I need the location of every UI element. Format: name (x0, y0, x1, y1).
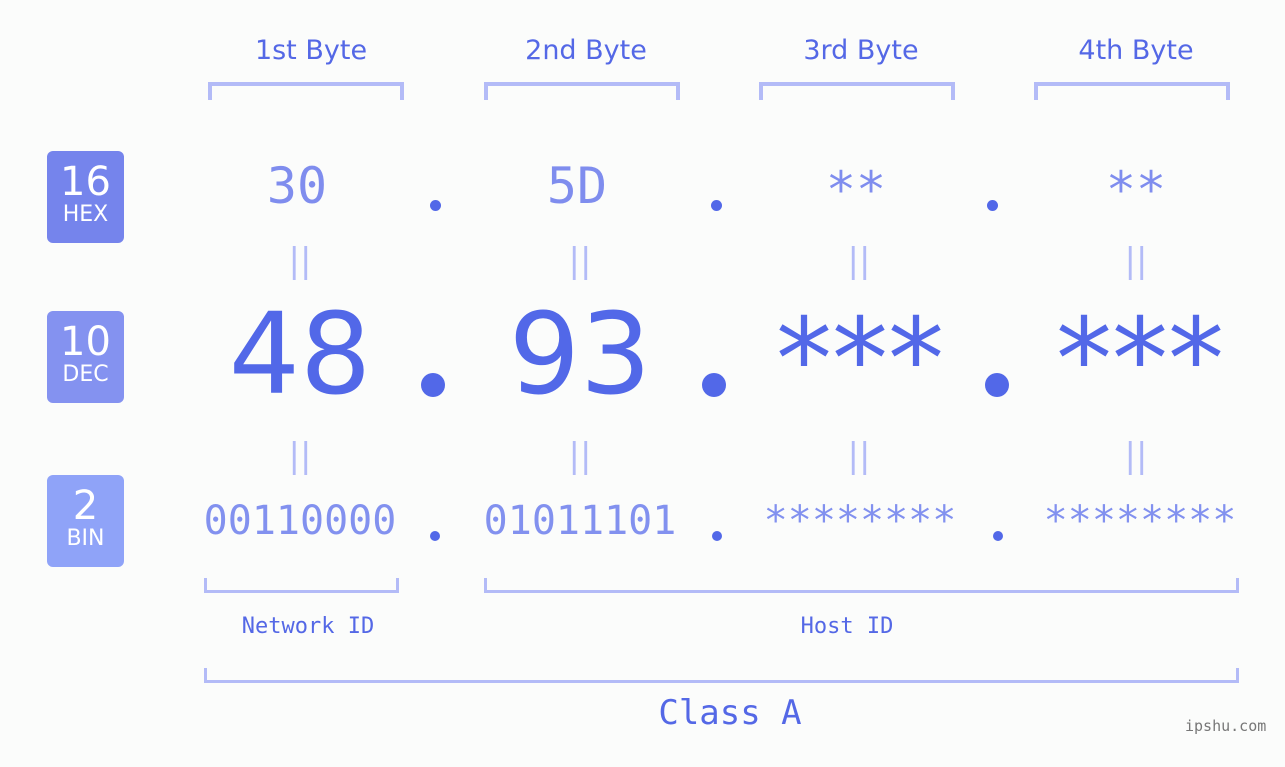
network-id-label: Network ID (241, 614, 375, 639)
dec-badge-label: DEC (62, 362, 109, 387)
dec-dot-2 (702, 373, 726, 397)
class-bracket (204, 668, 1239, 683)
equals-icon: || (568, 241, 592, 281)
equals-icon: || (1124, 436, 1148, 476)
host-id-label: Host ID (800, 614, 894, 639)
hex-byte-1: 30 (266, 157, 328, 215)
host-id-bracket (484, 578, 1239, 593)
hex-byte-2: 5D (546, 157, 608, 215)
dec-badge: 10 DEC (47, 311, 124, 403)
bin-byte-4: ******** (1043, 498, 1237, 544)
equals-icon: || (847, 436, 871, 476)
bin-badge-label: BIN (66, 526, 105, 551)
byte-bracket-3 (759, 82, 955, 100)
bin-badge: 2 BIN (47, 475, 124, 567)
bin-byte-3: ******** (763, 498, 957, 544)
hex-badge-number: 16 (60, 159, 111, 205)
equals-icon: || (1124, 241, 1148, 281)
bin-dot-2 (712, 531, 722, 541)
byte-header-3: 3rd Byte (803, 35, 919, 66)
byte-header-1: 1st Byte (254, 35, 368, 66)
dec-byte-3: *** (776, 295, 944, 425)
bin-dot-1 (430, 531, 440, 541)
equals-icon: || (288, 241, 312, 281)
dec-byte-1: 48 (228, 290, 372, 420)
byte-bracket-4 (1034, 82, 1230, 100)
byte-bracket-1 (208, 82, 404, 100)
class-label: Class A (658, 693, 802, 733)
hex-byte-4: ** (1105, 161, 1167, 219)
bin-byte-1: 00110000 (203, 498, 397, 544)
equals-icon: || (568, 436, 592, 476)
dec-dot-1 (421, 373, 445, 397)
dec-badge-number: 10 (60, 319, 111, 365)
equals-icon: || (847, 241, 871, 281)
dec-byte-2: 93 (508, 290, 652, 420)
byte-bracket-2 (484, 82, 680, 100)
watermark: ipshu.com (1185, 717, 1267, 735)
bin-dot-3 (993, 531, 1003, 541)
hex-dot-3 (987, 200, 998, 211)
dec-byte-4: *** (1056, 295, 1224, 425)
equals-icon: || (288, 436, 312, 476)
bin-badge-number: 2 (72, 483, 99, 529)
hex-byte-3: ** (825, 161, 887, 219)
hex-dot-2 (711, 200, 722, 211)
byte-header-2: 2nd Byte (525, 35, 647, 66)
dec-dot-3 (985, 373, 1009, 397)
network-id-bracket (204, 578, 399, 593)
bin-byte-2: 01011101 (483, 498, 677, 544)
hex-badge-label: HEX (62, 202, 109, 227)
byte-header-4: 4th Byte (1078, 35, 1194, 66)
hex-badge: 16 HEX (47, 151, 124, 243)
hex-dot-1 (430, 200, 441, 211)
